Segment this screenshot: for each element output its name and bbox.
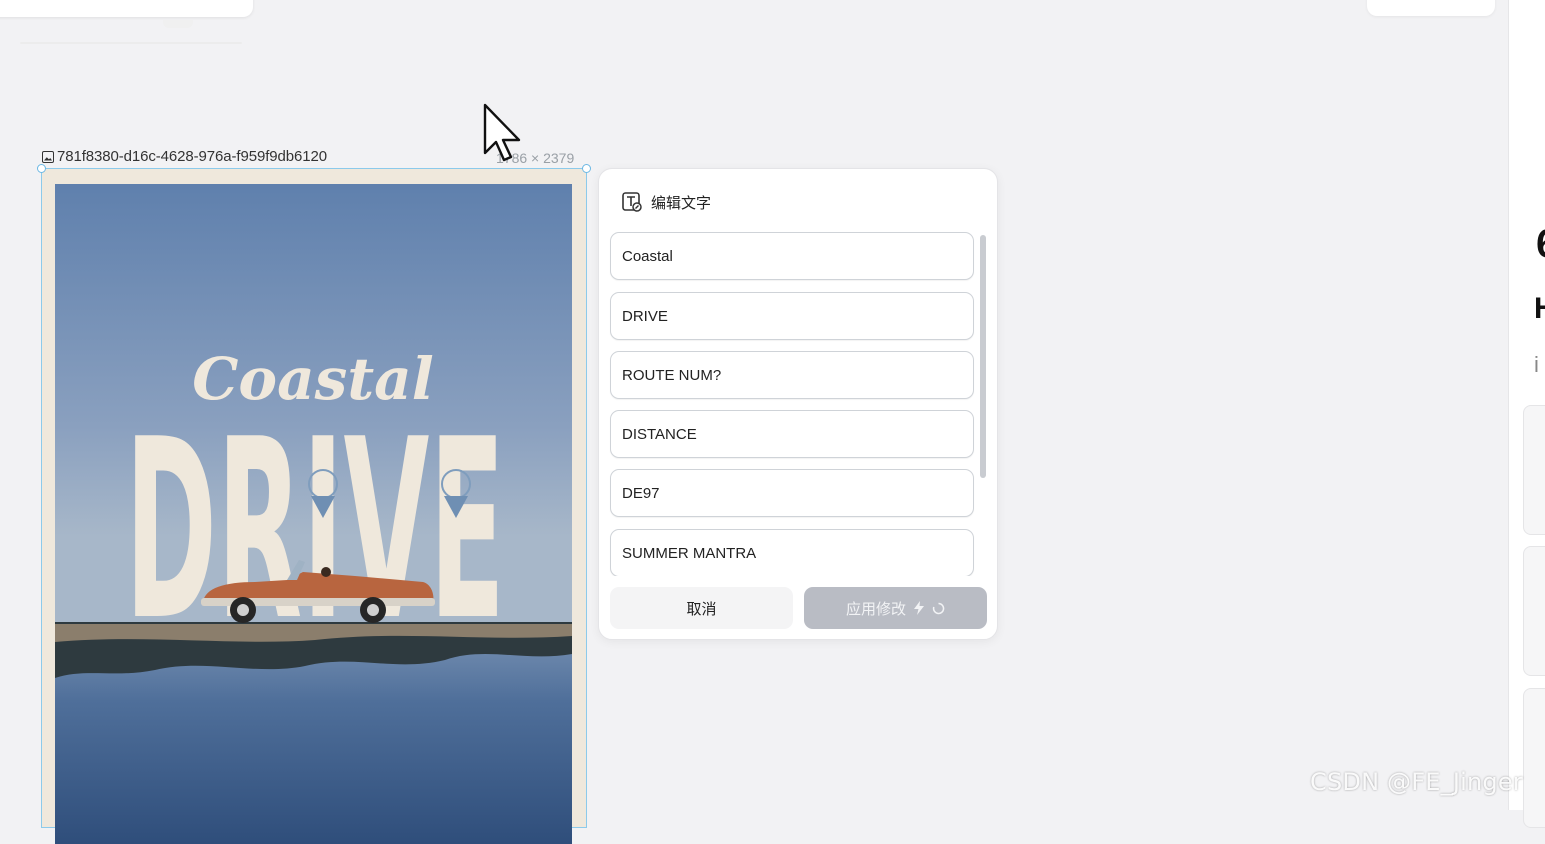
toolbar-divider xyxy=(20,42,242,44)
right-sidebar-card[interactable] xyxy=(1523,405,1545,535)
field-coastal[interactable] xyxy=(610,232,974,280)
spinner-icon xyxy=(932,602,945,614)
watermark: CSDN @FE_Jinger xyxy=(1310,768,1523,796)
panel-title: 编辑文字 xyxy=(651,193,712,212)
fields-scrollbar[interactable] xyxy=(980,235,986,478)
image-icon xyxy=(42,150,54,163)
fields-scroll-clip xyxy=(598,528,998,576)
cancel-button[interactable]: 取消 xyxy=(610,587,793,629)
resize-handle-top-right[interactable] xyxy=(582,164,591,173)
right-sidebar-card[interactable] xyxy=(1523,688,1545,828)
poster-image: Coastal DRIVE xyxy=(55,184,572,844)
field-distance[interactable] xyxy=(610,410,974,458)
mouse-cursor-icon xyxy=(483,103,521,162)
right-sidebar-glyph: 6 xyxy=(1536,222,1545,267)
right-sidebar-heading: H xyxy=(1534,292,1545,325)
field-summer-mantra[interactable] xyxy=(610,529,974,576)
field-de97[interactable] xyxy=(610,469,974,517)
text-edit-icon xyxy=(622,192,642,212)
lightning-icon xyxy=(914,601,924,615)
top-toolbar xyxy=(0,0,253,17)
selected-image-frame[interactable]: Coastal DRIVE xyxy=(41,168,587,844)
apply-changes-button[interactable]: 应用修改 xyxy=(804,587,987,629)
image-id-text: 781f8380-d16c-4628-976a-f959f9db6120 xyxy=(57,148,327,165)
right-sidebar-card[interactable] xyxy=(1523,546,1545,676)
field-route-num[interactable] xyxy=(610,351,974,399)
image-label: 781f8380-d16c-4628-976a-f959f9db6120 xyxy=(42,148,327,165)
toolbar-button[interactable] xyxy=(163,20,193,28)
field-drive[interactable] xyxy=(610,292,974,340)
design-canvas[interactable]: 781f8380-d16c-4628-976a-f959f9db6120 178… xyxy=(0,0,1508,844)
resize-handle-top-left[interactable] xyxy=(37,164,46,173)
apply-button-label: 应用修改 xyxy=(845,599,906,618)
top-right-toolbar[interactable] xyxy=(1367,0,1495,16)
right-sidebar-text: i xyxy=(1534,352,1539,377)
poster-artwork: Coastal DRIVE xyxy=(55,184,572,844)
